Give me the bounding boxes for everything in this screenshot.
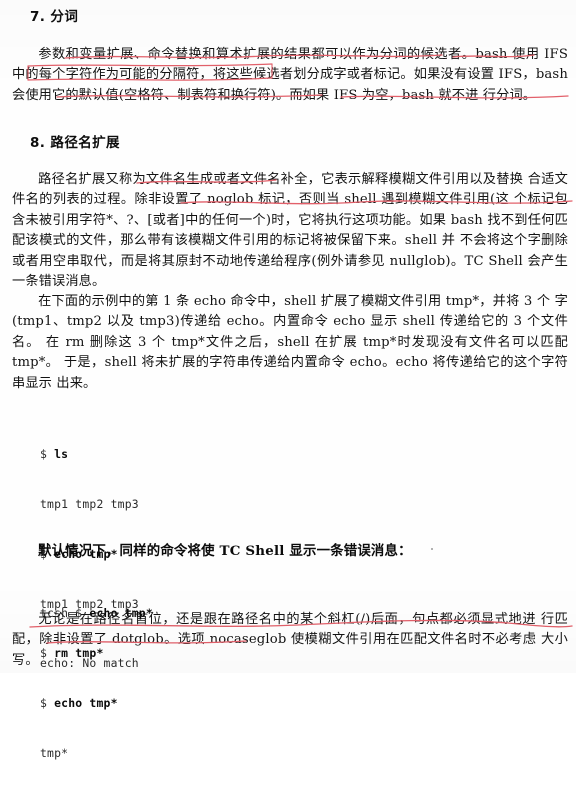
paragraph-line: 路径名扩展又称为文件名生成或者文件名补全，它表示解释模糊文件引用以及替换 [38, 172, 524, 187]
shell-output: tmp1 tmp2 tmp3 [40, 496, 139, 511]
code-line: tmp1 tmp2 tmp3 [40, 496, 139, 513]
scanned-page: 7. 分词 参数和变量扩展、命令替换和算术扩展的结果都可以作为分词的候选者。ba… [0, 0, 576, 760]
paragraph-line: 行分词。 [482, 87, 537, 103]
section-heading-7: 7. 分词 [30, 9, 79, 25]
shell-command: ls [54, 447, 69, 462]
code-line: tmp* [40, 745, 139, 762]
section-7-paragraph: 参数和变量扩展、命令替换和算术扩展的结果都可以作为分词的候选者。bash 使用 … [12, 45, 568, 106]
scan-speck [431, 548, 433, 550]
section-heading-8: 8. 路径名扩展 [30, 135, 120, 151]
code-line: $ ls [40, 446, 139, 463]
paragraph-line: 参数和变量扩展、命令替换和算术扩展的结果都可以作为分词的候选者。bash 使用 [38, 47, 540, 62]
final-paragraph: 无论是在路径名首位，还是跟在路径名中的某个斜杠(/)后面，句点都必须显式地进 行… [12, 610, 568, 671]
shell-output: tmp* [40, 745, 69, 760]
shell-prompt: $ [40, 447, 55, 462]
paragraph-line: 在下面的示例中的第 1 条 echo 命令中，shell 扩展了模糊文件引用 t… [38, 294, 551, 309]
paragraph-line: 无论是在路径名首位，还是跟在路径名中的某个斜杠(/)后面，句点都必须显式地进 [38, 612, 537, 627]
section-8-paragraph-2: 在下面的示例中的第 1 条 echo 命令中，shell 扩展了模糊文件引用 t… [12, 292, 568, 394]
paragraph-line: 出来。 [56, 375, 97, 391]
tcshell-note: 默认情况下，同样的命令将使 TC Shell 显示一条错误消息： [38, 543, 412, 559]
section-8-paragraph-1: 路径名扩展又称为文件名生成或者文件名补全，它表示解释模糊文件引用以及替换 合适文… [12, 170, 568, 292]
